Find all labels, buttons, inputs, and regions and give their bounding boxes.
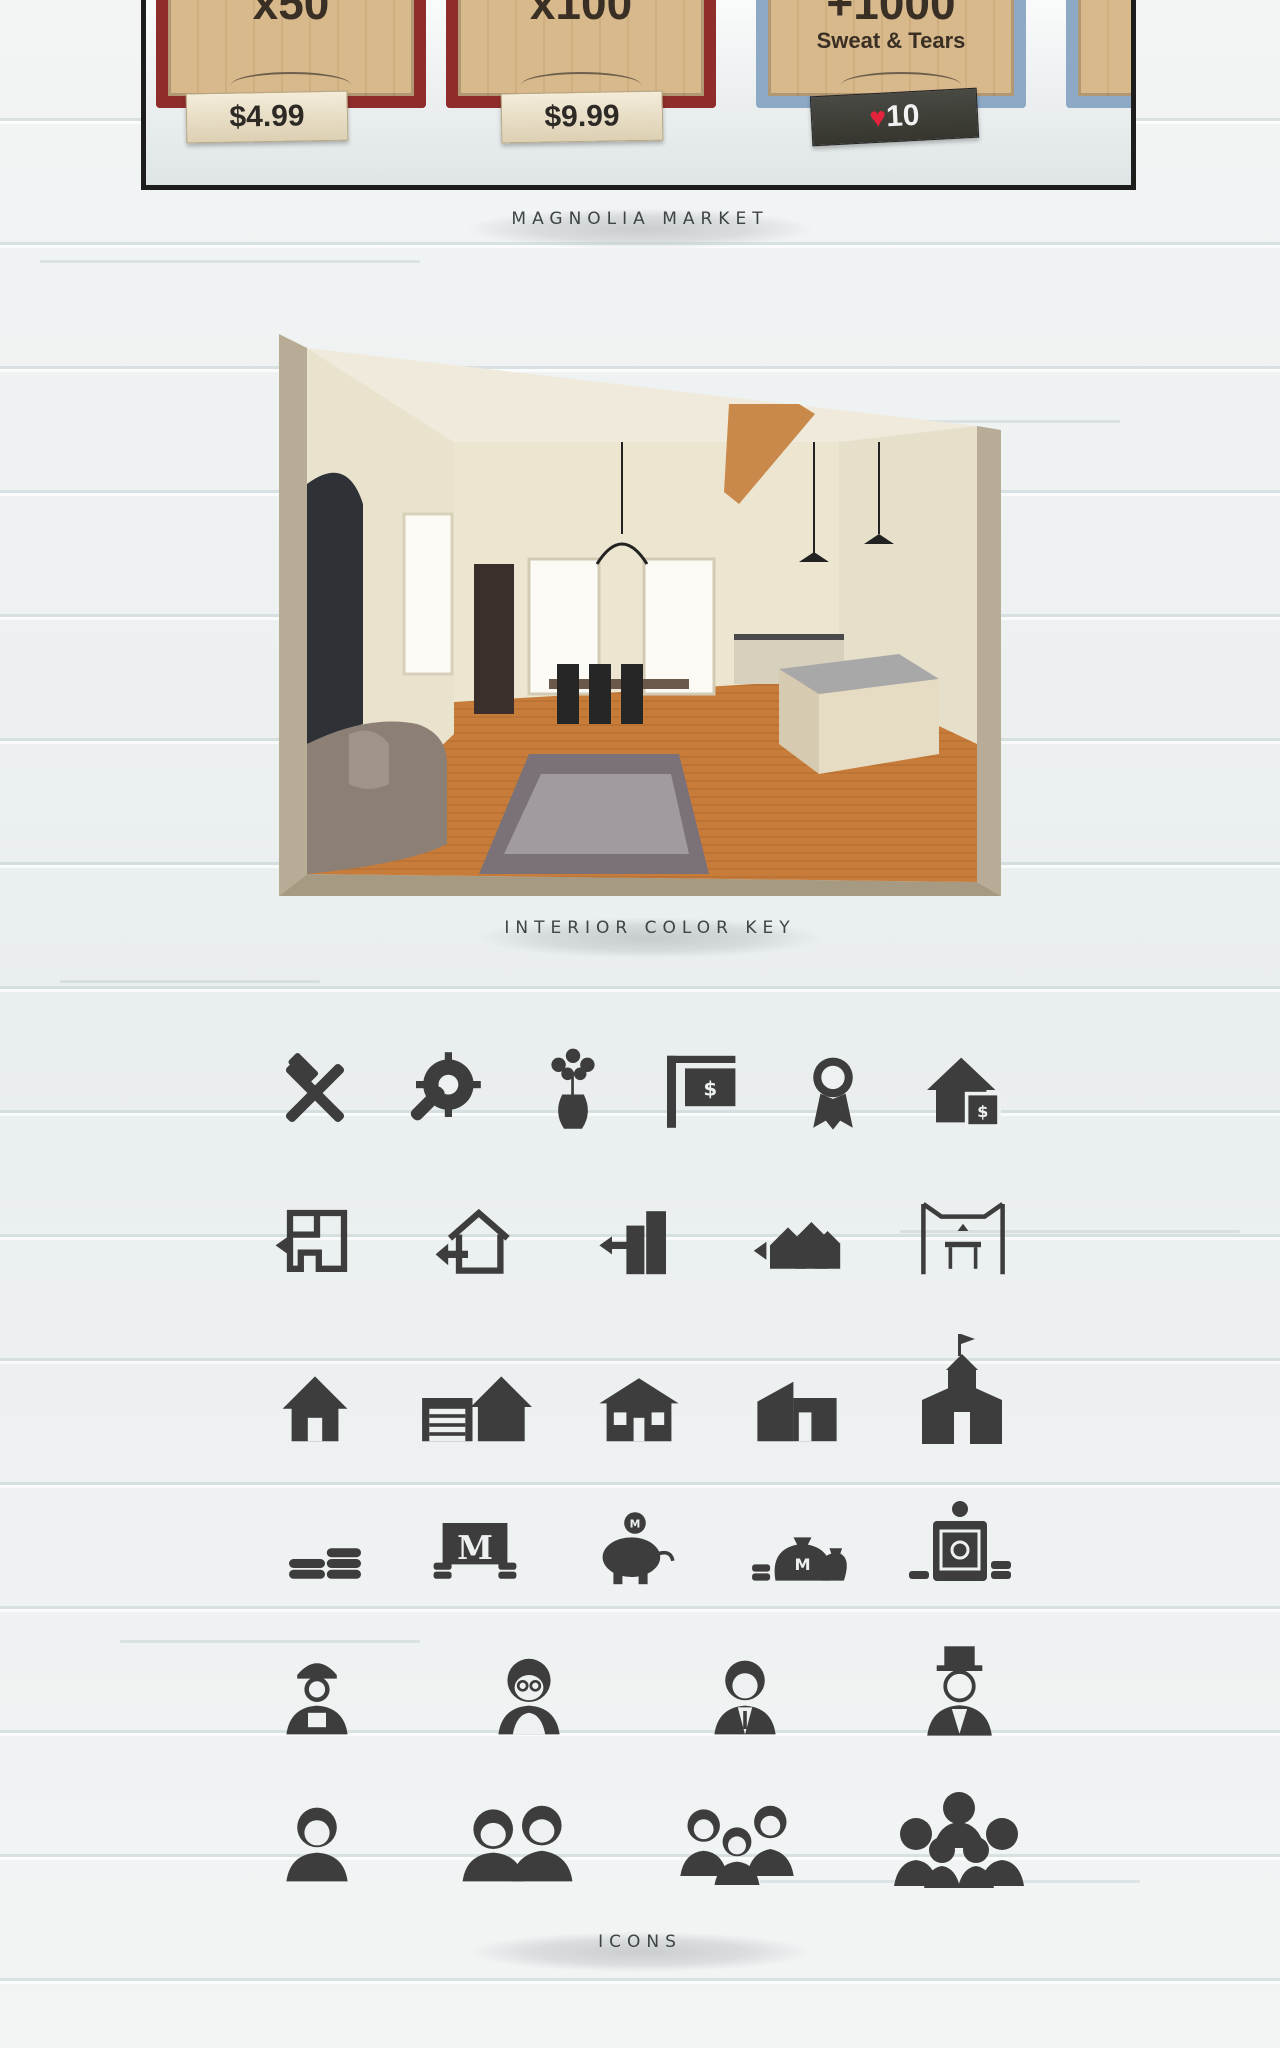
- house-icon: [270, 1362, 360, 1452]
- businessman-icon: [700, 1648, 790, 1738]
- award-ribbon-icon: [788, 1045, 878, 1135]
- piggy-bank-icon: M: [590, 1505, 680, 1595]
- city-arrow-icon: [594, 1195, 684, 1285]
- floorplan-icon: [272, 1195, 362, 1285]
- wood-grain: [120, 1640, 420, 1643]
- price-tag[interactable]: $4.99: [185, 90, 349, 144]
- svg-text:$: $: [703, 1077, 717, 1100]
- item-quantity: x100: [529, 0, 633, 29]
- house-garage-icon: [418, 1362, 536, 1452]
- svg-text:M: M: [794, 1555, 810, 1574]
- modern-house-icon: [752, 1362, 842, 1452]
- market-item-partial: [1066, 0, 1131, 108]
- safe-icon: [905, 1495, 1015, 1595]
- house-arrow-icon: [432, 1195, 522, 1285]
- woman-glasses-icon: [484, 1648, 574, 1738]
- wood-grain: [40, 260, 420, 263]
- wood-background: [0, 0, 1280, 2048]
- item-quantity: x50: [252, 0, 330, 29]
- family-icon: [672, 1795, 802, 1885]
- flower-vase-icon: [528, 1045, 618, 1135]
- svg-text:M: M: [630, 1518, 641, 1531]
- svg-text:M: M: [457, 1529, 493, 1567]
- section-caption: ICONS: [470, 1932, 810, 1972]
- wood-grain: [60, 980, 320, 983]
- tophat-man-icon: [912, 1640, 1007, 1740]
- svg-text:$: $: [977, 1102, 988, 1121]
- market-banner: x50 $4.99 x100 $9.99 +1000 Sweat & Tears…: [141, 0, 1136, 190]
- settings-icon: [398, 1045, 488, 1135]
- price-value: 10: [885, 98, 921, 134]
- worker-icon: [272, 1648, 362, 1738]
- big-family-icon: [893, 1788, 1025, 1888]
- price-tag[interactable]: $9.99: [500, 90, 664, 144]
- section-caption: INTERIOR COLOR KEY: [480, 918, 820, 958]
- section-caption: MAGNOLIA MARKET: [470, 209, 810, 249]
- tools-icon: [270, 1048, 360, 1138]
- heart-icon: ♥: [868, 101, 887, 134]
- money-bags-icon: M: [748, 1505, 848, 1595]
- house-price-icon: $: [918, 1045, 1008, 1135]
- for-sale-sign-icon: $: [658, 1045, 748, 1135]
- item-subtitle: Sweat & Tears: [816, 28, 966, 53]
- money-m-icon: M: [430, 1505, 520, 1595]
- coins-icon: [280, 1505, 370, 1595]
- price-tag[interactable]: ♥10: [809, 87, 980, 147]
- couple-icon: [455, 1795, 580, 1885]
- person-icon: [272, 1795, 362, 1885]
- cottage-icon: [594, 1362, 684, 1452]
- interior-room-illustration: [279, 334, 1001, 896]
- schoolhouse-icon: [912, 1330, 1012, 1450]
- interior-room-icon: [918, 1195, 1008, 1285]
- neighborhood-arrow-icon: [752, 1195, 842, 1285]
- item-quantity: +1000: [826, 0, 956, 29]
